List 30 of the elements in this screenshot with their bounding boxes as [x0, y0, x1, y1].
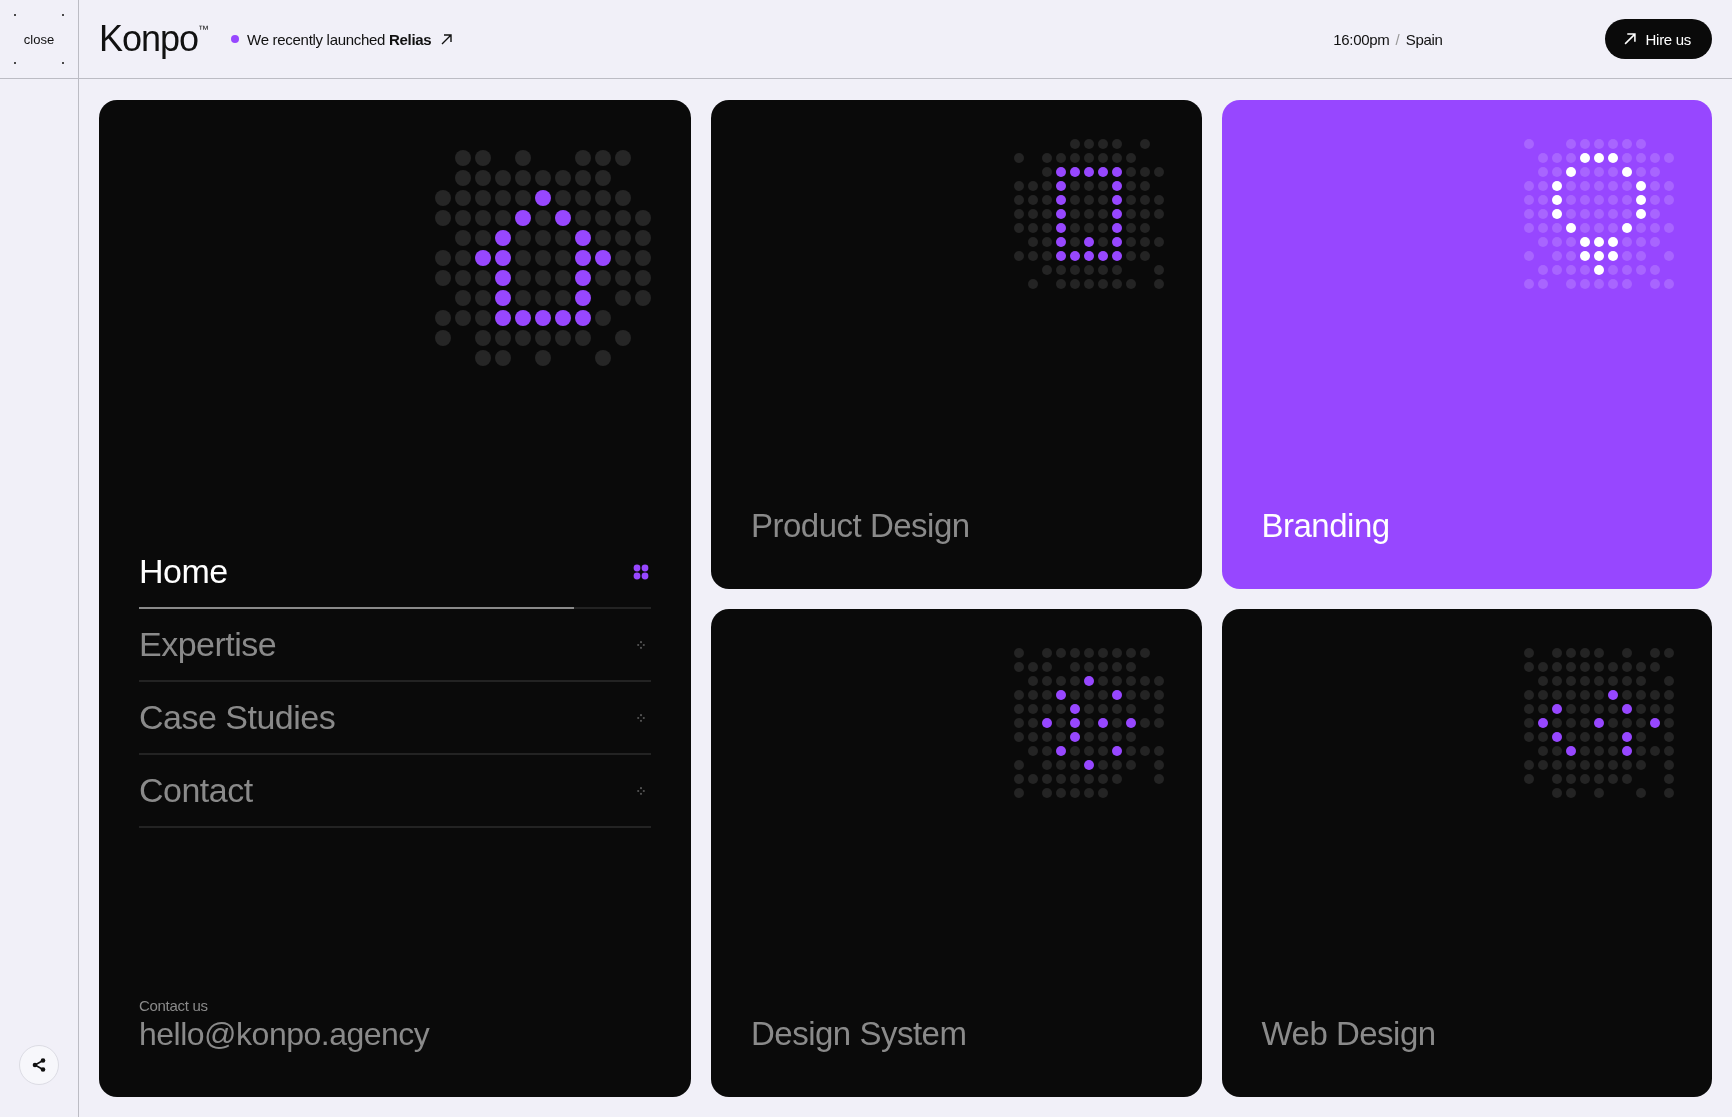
service-card[interactable]: Branding	[1221, 100, 1712, 589]
dots-icon	[637, 640, 645, 649]
logo[interactable]: Konpo$^{™}$	[99, 18, 210, 60]
dots-icon	[637, 786, 645, 795]
local-time: 16:00pm	[1333, 30, 1390, 48]
card-title: Product Design	[751, 506, 971, 545]
hire-button[interactable]: Hire us	[1604, 19, 1712, 59]
email-link[interactable]: hello@konpo.agency	[139, 1016, 651, 1053]
arrow-icon	[441, 33, 453, 45]
separator: /	[1395, 30, 1400, 48]
arrow-icon	[1623, 33, 1636, 45]
nav-item[interactable]: Contact	[139, 755, 651, 826]
nav-item[interactable]: Home	[139, 536, 651, 607]
service-card[interactable]: Product Design	[711, 100, 1202, 589]
service-card[interactable]: Design System	[711, 608, 1202, 1097]
contact-label: Contact us	[139, 997, 209, 1014]
card-title: Design System	[751, 1015, 968, 1053]
dots-icon	[633, 563, 649, 580]
nav-item[interactable]: Expertise	[139, 609, 651, 680]
share-icon	[32, 1058, 46, 1072]
dots-icon	[637, 713, 645, 722]
nav-item[interactable]: Case Studies	[139, 682, 651, 753]
announcement-link[interactable]: We recently launched Relias	[247, 30, 432, 48]
location: Spain	[1405, 30, 1443, 48]
card-title: Branding	[1261, 506, 1391, 545]
close-button[interactable]: close	[21, 29, 57, 49]
service-card[interactable]: Web Design	[1221, 608, 1712, 1097]
card-title: Web Design	[1261, 1015, 1437, 1053]
share-button[interactable]	[19, 1045, 59, 1085]
status-dot-icon	[231, 35, 240, 43]
